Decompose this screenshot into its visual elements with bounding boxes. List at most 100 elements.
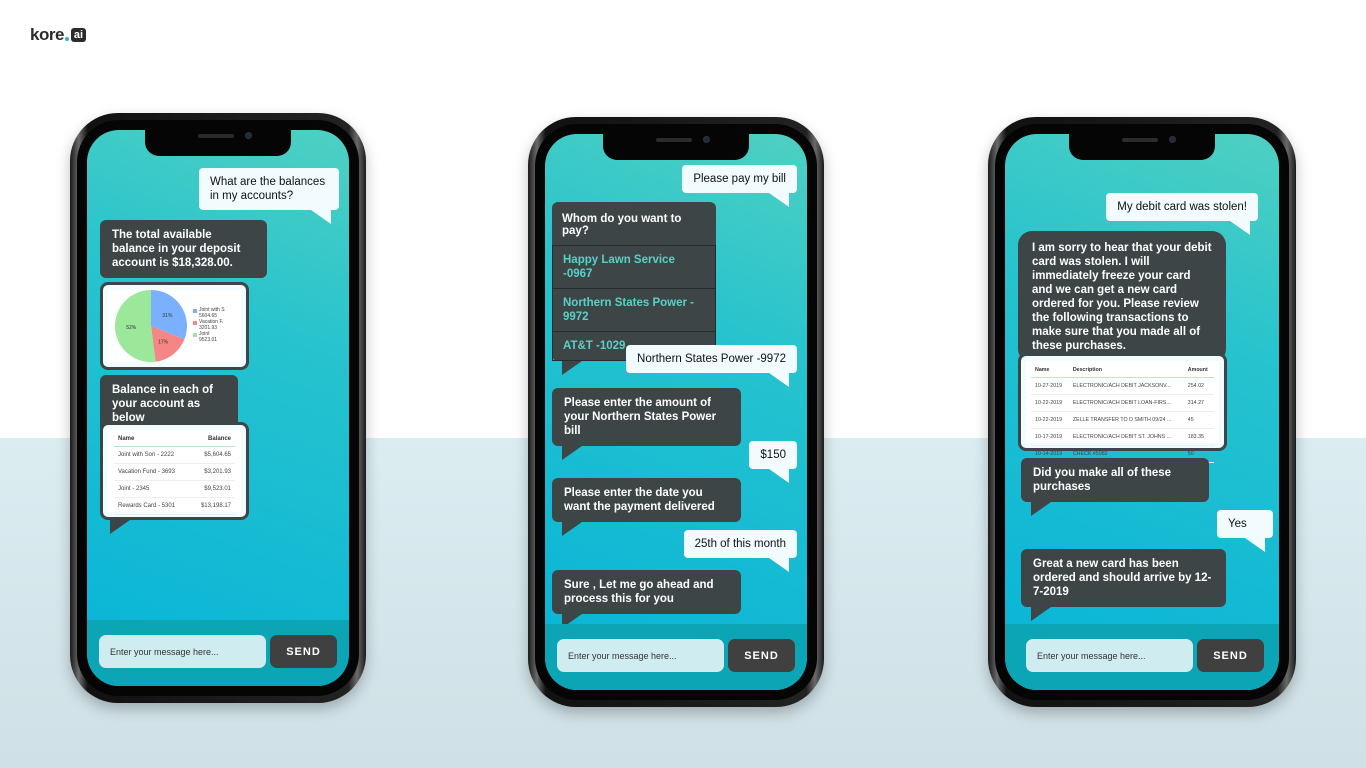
- table-row[interactable]: Joint - 2345 $9,523.01: [114, 480, 235, 498]
- transaction-description: ZELLE TRANSFER TO D SMITH 09/24 ...: [1068, 411, 1184, 429]
- send-button[interactable]: SEND: [1197, 639, 1264, 672]
- balance-pie-chart: 31% 17% 52%: [115, 290, 187, 362]
- message-composer: SEND: [545, 624, 807, 690]
- chat-thread: Please pay my bill Whom do you want to p…: [545, 134, 807, 690]
- transaction-amount: 45: [1183, 411, 1214, 429]
- logo-ai-badge: ai: [70, 28, 87, 42]
- transaction-date: 10-17-2019: [1031, 428, 1069, 446]
- account-balance: $5,604.65: [190, 446, 235, 464]
- user-message: Yes: [1217, 510, 1273, 552]
- account-name: Rewards Card - 5301: [114, 497, 191, 515]
- bot-message: I am sorry to hear that your debit card …: [1018, 231, 1226, 363]
- transaction-amount: 183.35: [1183, 428, 1214, 446]
- legend-swatch: [193, 333, 197, 337]
- transactions-table-card: Name Description Amount 10-27-2019 ELECTR…: [1018, 353, 1227, 463]
- phone-bezel: Please pay my bill Whom do you want to p…: [535, 124, 817, 700]
- phone-notch: [603, 134, 749, 160]
- legend-label: Vacation F. 3201.93: [199, 319, 224, 331]
- phone-notch: [145, 130, 291, 156]
- bot-message: The total available balance in your depo…: [100, 220, 267, 278]
- legend-label: Joint 9523.01: [199, 331, 218, 343]
- bot-message: Great a new card has been ordered and sh…: [1021, 549, 1226, 621]
- table-row[interactable]: Joint with Son - 2222 $5,604.65: [114, 446, 235, 464]
- speaker: [1122, 138, 1158, 142]
- table-row[interactable]: 10-27-2019 ELECTRONIC/ACH DEBIT JACKSONV.…: [1031, 377, 1214, 395]
- transaction-amount: 254.02: [1183, 377, 1214, 395]
- phone-bill-pay: Please pay my bill Whom do you want to p…: [528, 117, 824, 707]
- phone-bezel: My debit card was stolen! I am sorry to …: [995, 124, 1289, 700]
- table-row[interactable]: 10-22-2019 ZELLE TRANSFER TO D SMITH 09/2…: [1031, 411, 1214, 429]
- logo-wordmark: kore: [30, 25, 64, 44]
- transaction-date: 10-27-2019: [1031, 377, 1069, 395]
- user-message: Please pay my bill: [682, 165, 797, 207]
- chat-screen: My debit card was stolen! I am sorry to …: [1005, 134, 1279, 690]
- phone-stolen-card: My debit card was stolen! I am sorry to …: [988, 117, 1296, 707]
- bot-message: Please enter the amount of your Northern…: [552, 388, 741, 460]
- transaction-description: ELECTRONIC/ACH DEBIT JACKSONV...: [1068, 377, 1184, 395]
- speaker: [198, 134, 234, 138]
- send-button[interactable]: SEND: [728, 639, 795, 672]
- table-row[interactable]: 10-22-2019 ELECTRONIC/ACH DEBIT LOAN-FIRS…: [1031, 394, 1214, 412]
- logo-dot: [64, 37, 69, 41]
- legend-item: Joint with S 5604.65: [193, 307, 225, 319]
- chat-thread: My debit card was stolen! I am sorry to …: [1005, 134, 1279, 690]
- table-row[interactable]: 10-17-2019 ELECTRONIC/ACH DEBIT ST. JOHNS…: [1031, 428, 1214, 446]
- transaction-description: ELECTRONIC/ACH DEBIT ST. JOHNS ...: [1068, 428, 1184, 446]
- chat-thread: What are the balances in my accounts? Th…: [87, 130, 349, 686]
- account-balance: $9,523.01: [190, 480, 235, 498]
- payee-option-northern-states[interactable]: Northern States Power - 9972: [552, 288, 716, 331]
- payee-option-happy-lawn[interactable]: Happy Lawn Service -0967: [552, 245, 716, 288]
- legend-item: Joint 9523.01: [193, 331, 225, 343]
- transactions-table: Name Description Amount 10-27-2019 ELECTR…: [1031, 361, 1214, 463]
- account-balances-table-card: Name Balance Joint with Son - 2222 $5,604…: [100, 422, 249, 520]
- transaction-date: 10-22-2019: [1031, 394, 1069, 412]
- column-header-amount: Amount: [1183, 361, 1214, 378]
- table-row[interactable]: Vacation Fund - 3693 $3,201.93: [114, 463, 235, 481]
- message-input[interactable]: [557, 639, 724, 672]
- user-message: 25th of this month: [683, 530, 797, 572]
- user-message: My debit card was stolen!: [1106, 193, 1258, 235]
- message-input[interactable]: [99, 635, 266, 668]
- speaker: [656, 138, 692, 142]
- user-message: What are the balances in my accounts?: [199, 168, 339, 224]
- account-name: Joint with Son - 2222: [114, 446, 191, 464]
- column-header-balance: Balance: [190, 430, 235, 447]
- user-message: $150: [749, 441, 797, 483]
- account-name: Vacation Fund - 3693: [114, 463, 191, 481]
- transaction-description: ELECTRONIC/ACH DEBIT LOAN-FIRS...: [1068, 394, 1184, 412]
- kore-ai-logo: kore ai: [30, 25, 87, 45]
- camera-icon: [245, 132, 252, 139]
- pie-slice-label: 31%: [162, 313, 173, 319]
- bot-message: Did you make all of these purchases: [1021, 458, 1209, 516]
- bot-message: Sure , Let me go ahead and process this …: [552, 570, 741, 628]
- phone-notch: [1069, 134, 1215, 160]
- column-header-name: Name: [114, 430, 191, 447]
- phone-balances: What are the balances in my accounts? Th…: [70, 113, 366, 703]
- bot-message: Please enter the date you want the payme…: [552, 478, 741, 536]
- column-header-name: Name: [1031, 361, 1069, 378]
- account-name: Joint - 2345: [114, 480, 191, 498]
- chat-screen: Please pay my bill Whom do you want to p…: [545, 134, 807, 690]
- account-balance: $13,198.17: [190, 497, 235, 515]
- phone-bezel: What are the balances in my accounts? Th…: [77, 120, 359, 696]
- legend-label: Joint with S 5604.65: [199, 307, 225, 319]
- send-button[interactable]: SEND: [270, 635, 337, 668]
- bot-question: Whom do you want to pay?: [562, 213, 682, 237]
- pie-legend: Joint with S 5604.65 Vacation F. 3201.93 Joi…: [193, 307, 225, 344]
- payee-options-card: Whom do you want to pay? Happy Lawn Serv…: [552, 202, 716, 375]
- user-message: Northern States Power -9972: [626, 345, 797, 387]
- transaction-amount: 314.27: [1183, 394, 1214, 412]
- legend-swatch: [193, 309, 197, 313]
- message-composer: SEND: [87, 620, 349, 686]
- message-input[interactable]: [1026, 639, 1193, 672]
- account-balances-table: Name Balance Joint with Son - 2222 $5,604…: [114, 430, 235, 515]
- table-row[interactable]: Rewards Card - 5301 $13,198.17: [114, 497, 235, 515]
- legend-swatch: [193, 321, 197, 325]
- chat-screen: What are the balances in my accounts? Th…: [87, 130, 349, 686]
- account-balance: $3,201.93: [190, 463, 235, 481]
- message-composer: SEND: [1005, 624, 1279, 690]
- legend-item: Vacation F. 3201.93: [193, 319, 225, 331]
- column-header-description: Description: [1068, 361, 1184, 378]
- balance-pie-chart-card: 31% 17% 52% Joint with S 5604.65 Vacation F.…: [100, 282, 249, 370]
- transaction-date: 10-22-2019: [1031, 411, 1069, 429]
